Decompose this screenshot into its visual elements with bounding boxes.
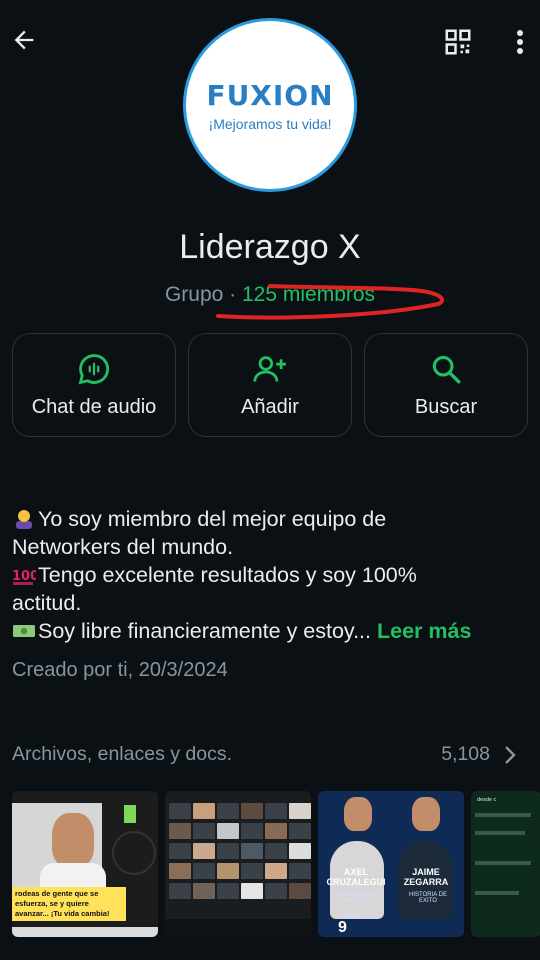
read-more-link[interactable]: Leer más xyxy=(377,619,471,643)
add-label: Añadir xyxy=(241,395,299,418)
search-icon xyxy=(432,355,461,383)
talk-title: NEGOCIO DEL SIGLO XXI xyxy=(337,892,379,904)
group-avatar[interactable]: FUXION ¡Mejoramos tu vida! xyxy=(183,18,357,192)
audio-chat-label: Chat de audio xyxy=(31,395,157,418)
red-underline-annotation xyxy=(216,284,445,320)
group-name: Liderazgo X xyxy=(179,228,361,266)
media-thumbnail[interactable]: rodeas de gente que se esfuerza, se y qu… xyxy=(12,791,158,937)
media-thumbnail[interactable] xyxy=(165,791,311,937)
description-line: Yo soy miembro del mejor equipo de xyxy=(12,505,527,533)
chevron-right-icon xyxy=(505,746,516,764)
description-line-5: Soy libre financieramente y estoy... xyxy=(38,619,372,643)
media-thumbnail[interactable]: desde c xyxy=(471,791,540,937)
person-emoji-icon xyxy=(16,510,32,529)
chat-snippet: desde c xyxy=(477,797,497,803)
back-button[interactable] xyxy=(6,22,42,58)
search-button[interactable]: Buscar xyxy=(364,333,528,437)
event-date: 9 xyxy=(338,919,347,936)
money-emoji-icon xyxy=(13,625,35,637)
description-line-3: Tengo excelente resultados y soy 100% xyxy=(38,563,417,587)
description-line-2: Networkers del mundo. xyxy=(12,535,234,559)
media-thumbnail[interactable]: AXEL CRUZALEGUI JAIME ZEGARRA NEGOCIO DE… xyxy=(318,791,464,937)
audio-chat-icon xyxy=(78,353,110,384)
files-title: Archivos, enlaces y docs. xyxy=(12,743,233,765)
description-line: Soy libre financieramente y estoy... Lee… xyxy=(12,617,527,645)
speaker-name: AXEL CRUZALEGUI xyxy=(326,867,386,887)
fuxion-logo: FUXION xyxy=(206,79,333,112)
qr-code-button[interactable] xyxy=(440,24,476,60)
thumbnail-caption: rodeas de gente que se esfuerza, se y qu… xyxy=(12,887,126,921)
action-buttons: Chat de audio Añadir Buscar xyxy=(12,333,529,437)
speaker-name: JAIME ZEGARRA xyxy=(403,867,449,887)
add-person-icon xyxy=(253,355,286,382)
arrow-left-icon xyxy=(14,30,34,50)
description-line-4: actitud. xyxy=(12,591,82,615)
media-thumbnails: rodeas de gente que se esfuerza, se y qu… xyxy=(12,791,540,937)
description-line: 100 Tengo excelente resultados y soy 100… xyxy=(12,561,527,589)
audio-chat-button[interactable]: Chat de audio xyxy=(12,333,176,437)
brand-logo-text: FUXION xyxy=(206,78,334,112)
search-label: Buscar xyxy=(414,395,478,418)
group-description: Yo soy miembro del mejor equipo de Netwo… xyxy=(12,505,527,645)
created-info: Creado por ti, 20/3/2024 xyxy=(12,659,228,681)
files-section-header[interactable]: Archivos, enlaces y docs. 5,108 xyxy=(12,743,528,771)
person-face xyxy=(52,813,94,867)
add-member-button[interactable]: Añadir xyxy=(188,333,352,437)
svg-text:100: 100 xyxy=(12,569,36,584)
qr-code-icon xyxy=(445,29,471,55)
files-count: 5,108 xyxy=(441,743,490,765)
avatar-tagline: ¡Mejoramos tu vida! xyxy=(208,115,332,132)
hundred-points-emoji-icon: 100 xyxy=(12,569,36,585)
more-vertical-icon xyxy=(517,30,523,54)
more-options-button[interactable] xyxy=(504,24,536,60)
talk-title: HISTORIA DE EXITO xyxy=(409,892,447,904)
description-line-1: Yo soy miembro del mejor equipo de xyxy=(38,507,387,531)
